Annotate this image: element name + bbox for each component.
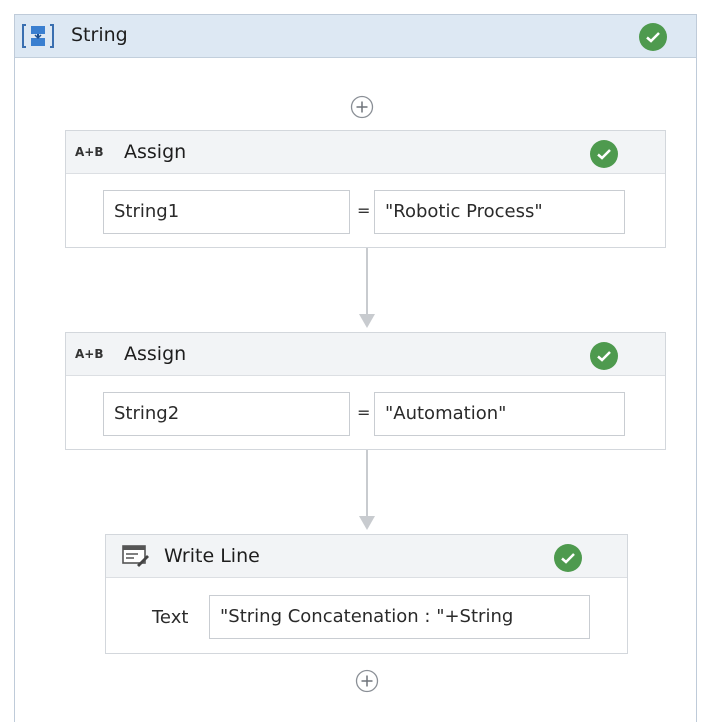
assign-2-to-field[interactable]: String2 bbox=[103, 392, 350, 436]
connector-line bbox=[366, 248, 368, 316]
assign-activity-1-header[interactable]: A+B Assign bbox=[66, 131, 665, 174]
assign-activity-2-header[interactable]: A+B Assign bbox=[66, 333, 665, 376]
assign-2-check-icon bbox=[590, 342, 618, 370]
assign-icon: A+B bbox=[75, 347, 104, 361]
sequence-status-check-icon bbox=[639, 23, 667, 51]
write-line-icon bbox=[122, 545, 149, 567]
assign-activity-1[interactable]: A+B Assign String1 = "Robotic Process" bbox=[65, 130, 666, 248]
add-activity-top-icon[interactable] bbox=[350, 95, 374, 119]
write-line-text-field[interactable]: "String Concatenation : "+String bbox=[209, 595, 590, 639]
sequence-container[interactable]: String A+B Assign String1 = "Robotic Pro… bbox=[14, 14, 697, 722]
connector-arrow-icon bbox=[359, 314, 375, 328]
write-line-text-label: Text bbox=[152, 607, 189, 628]
add-activity-bottom-icon[interactable] bbox=[355, 669, 379, 693]
write-line-activity[interactable]: Write Line Text "String Concatenation : … bbox=[105, 534, 628, 654]
sequence-icon bbox=[22, 24, 54, 48]
assign-activity-2-title: Assign bbox=[124, 343, 187, 365]
assign-1-to-field[interactable]: String1 bbox=[103, 190, 350, 234]
connector-arrow-icon bbox=[359, 516, 375, 530]
assign-icon: A+B bbox=[75, 145, 104, 159]
assign-activity-1-title: Assign bbox=[124, 141, 187, 163]
assign-2-equals: = bbox=[357, 403, 371, 422]
assign-1-equals: = bbox=[357, 201, 371, 220]
write-line-check-icon bbox=[554, 544, 582, 572]
sequence-header[interactable]: String bbox=[15, 15, 696, 58]
write-line-title: Write Line bbox=[164, 545, 260, 567]
connector-line bbox=[366, 450, 368, 518]
assign-1-check-icon bbox=[590, 140, 618, 168]
assign-2-value-field[interactable]: "Automation" bbox=[374, 392, 625, 436]
write-line-header[interactable]: Write Line bbox=[106, 535, 627, 578]
assign-1-value-field[interactable]: "Robotic Process" bbox=[374, 190, 625, 234]
assign-activity-2[interactable]: A+B Assign String2 = "Automation" bbox=[65, 332, 666, 450]
sequence-title: String bbox=[71, 24, 128, 46]
